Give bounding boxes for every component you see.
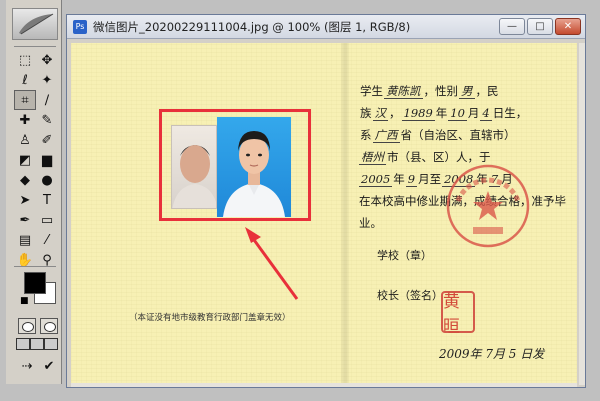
clone-stamp-tool-icon[interactable]: ♙ — [14, 130, 36, 150]
student-gender: 男 — [459, 84, 475, 99]
minimize-button[interactable]: — — [499, 18, 525, 35]
toolbox-panel: ⬚ ✥ ℓ ✦ ⌗ ∕ ✚ ✎ ♙ ✐ ◩ ▆ ◆ ● ➤ T ✒ ▭ ▤ ⁄ ✋ ⚲ ■ ⇢ ✔ — [6, 0, 62, 384]
maximize-button[interactable]: □ — [527, 18, 553, 35]
document-window: Ps 微信图片_20200229111004.jpg @ 100% (图层 1,… — [66, 14, 586, 388]
school-seal-label: 学校（章） — [377, 249, 432, 262]
quick-mask-mode-button[interactable] — [40, 318, 58, 334]
default-colors-icon[interactable]: ■ — [20, 296, 29, 306]
full-screen-menu-mode-button[interactable] — [30, 338, 44, 350]
shape-tool-icon[interactable]: ▭ — [36, 210, 58, 230]
cert-line-7: 业。 — [359, 216, 382, 230]
window-controls: — □ ✕ — [499, 18, 581, 35]
feather-logo-icon — [12, 8, 58, 40]
document-titlebar[interactable]: Ps 微信图片_20200229111004.jpg @ 100% (图层 1,… — [67, 15, 585, 39]
document-title: 微信图片_20200229111004.jpg @ 100% (图层 1, RG… — [93, 19, 411, 34]
cert-line-3: 系广西 省（自治区、直辖市） — [360, 128, 516, 143]
image-canvas[interactable]: 学生 黄陈凯 ，性别男，民 族汉， 1989 年 10 月 4 日生， 系广西 省（自治区、直辖市… — [71, 43, 577, 385]
path-selection-tool-icon[interactable]: ➤ — [14, 190, 36, 210]
start-year: 2005 — [359, 172, 393, 187]
toolbox-separator — [14, 266, 56, 267]
foreground-color-swatch[interactable] — [24, 272, 46, 294]
full-screen-mode-button[interactable] — [44, 338, 58, 350]
principal-seal-stamp: 黄晅 — [441, 291, 475, 337]
zoom-tool-icon[interactable]: ⚲ — [36, 250, 58, 270]
page-fold — [341, 43, 349, 385]
history-brush-tool-icon[interactable]: ✐ — [36, 130, 58, 150]
validity-notice: （本证没有地市级教育行政部门盖章无效） — [129, 313, 291, 323]
birth-month: 10 — [448, 106, 467, 121]
eraser-tool-icon[interactable]: ◩ — [14, 150, 36, 170]
eyedropper-tool-icon[interactable]: ⁄ — [36, 230, 58, 250]
student-name: 黄陈凯 — [384, 84, 423, 99]
school-stamp-icon — [446, 164, 530, 248]
birth-year: 1989 — [401, 106, 435, 121]
type-tool-icon[interactable]: T — [36, 190, 58, 210]
magic-wand-tool-icon[interactable]: ✦ — [36, 70, 58, 90]
gradient-tool-icon[interactable]: ▆ — [36, 150, 58, 170]
pen-tool-icon[interactable]: ✒ — [14, 210, 36, 230]
lasso-tool-icon[interactable]: ℓ — [14, 70, 36, 90]
student-city: 梧州 — [359, 150, 386, 165]
move-tool-icon[interactable]: ✥ — [36, 50, 58, 70]
brush-tool-icon[interactable]: ✎ — [36, 110, 58, 130]
jump-to-imageready-icon[interactable]: ⇢ — [16, 356, 38, 376]
healing-brush-tool-icon[interactable]: ✚ — [14, 110, 36, 130]
marquee-tool-icon[interactable]: ⬚ — [14, 50, 36, 70]
start-month: 9 — [405, 172, 418, 187]
birth-day: 4 — [480, 106, 492, 121]
close-button[interactable]: ✕ — [555, 18, 581, 35]
horizontal-scrollbar[interactable] — [71, 383, 577, 387]
photoshop-document-icon: Ps — [73, 19, 87, 34]
slice-tool-icon[interactable]: ∕ — [36, 90, 58, 110]
cert-line-1: 学生 黄陈凯 ，性别男，民 — [360, 84, 499, 99]
principal-signature-label: 校长（签名） — [377, 289, 443, 302]
selection-highlight-box — [159, 109, 311, 221]
crop-tool-icon[interactable]: ⌗ — [14, 90, 36, 110]
vertical-scrollbar[interactable] — [579, 43, 585, 385]
dodge-tool-icon[interactable]: ● — [36, 170, 58, 190]
student-province: 广西 — [372, 128, 400, 143]
issue-date: 2009年 7月 5 日发 — [439, 347, 545, 361]
standard-mode-button[interactable] — [18, 318, 36, 334]
standard-screen-mode-button[interactable] — [16, 338, 30, 350]
blur-tool-icon[interactable]: ◆ — [14, 170, 36, 190]
edit-in-imageready-icon[interactable]: ✔ — [38, 356, 60, 376]
notes-tool-icon[interactable]: ▤ — [14, 230, 36, 250]
hand-tool-icon[interactable]: ✋ — [14, 250, 36, 270]
cert-line-2: 族汉， 1989 年 10 月 4 日生， — [360, 106, 528, 121]
toolbox-separator — [14, 46, 56, 47]
student-ethnicity: 汉 — [372, 106, 388, 121]
